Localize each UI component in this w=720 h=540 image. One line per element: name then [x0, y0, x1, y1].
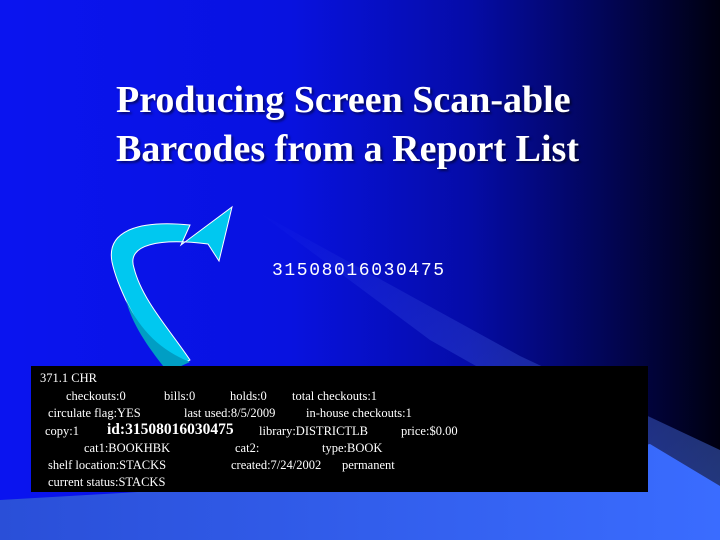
in-house-checkouts-field: in-house checkouts:1: [306, 406, 412, 420]
circulate-flag-field: circulate flag:YES: [48, 406, 141, 420]
holds-field: holds:0: [230, 389, 267, 403]
library-field: library:DISTRICTLB: [259, 424, 369, 438]
price-field: price:$0.00: [401, 424, 458, 438]
type-field: type:BOOK: [322, 441, 383, 455]
call-number: 371.1 CHR: [40, 371, 97, 385]
total-checkouts-field: total checkouts:1: [292, 389, 378, 403]
report-record-panel: 371.1 CHR checkouts:0 bills:0 holds:0 to…: [31, 366, 648, 492]
cat2-field: cat2:: [235, 441, 260, 455]
copy-field: copy:1: [45, 424, 80, 438]
barcode-text: 31508016030475: [272, 261, 446, 281]
permanent-field: permanent: [342, 458, 395, 472]
title-line-1: Producing Screen Scan-able: [116, 79, 571, 121]
current-status-field: current status:STACKS: [48, 475, 166, 489]
shelf-location-field: shelf location:STACKS: [48, 458, 167, 472]
title-line-2: Barcodes from a Report List: [116, 128, 579, 170]
cat1-field: cat1:BOOKHBK: [84, 441, 171, 455]
slide-title: Producing Screen Scan-able Barcodes from…: [116, 76, 696, 174]
bills-field: bills:0: [164, 389, 196, 403]
checkouts-field: checkouts:0: [66, 389, 126, 403]
item-id-field: id:31508016030475: [107, 421, 234, 438]
curved-arrow-icon: [110, 205, 233, 373]
last-used-field: last used:8/5/2009: [184, 406, 276, 420]
created-field: created:7/24/2002: [231, 458, 322, 472]
